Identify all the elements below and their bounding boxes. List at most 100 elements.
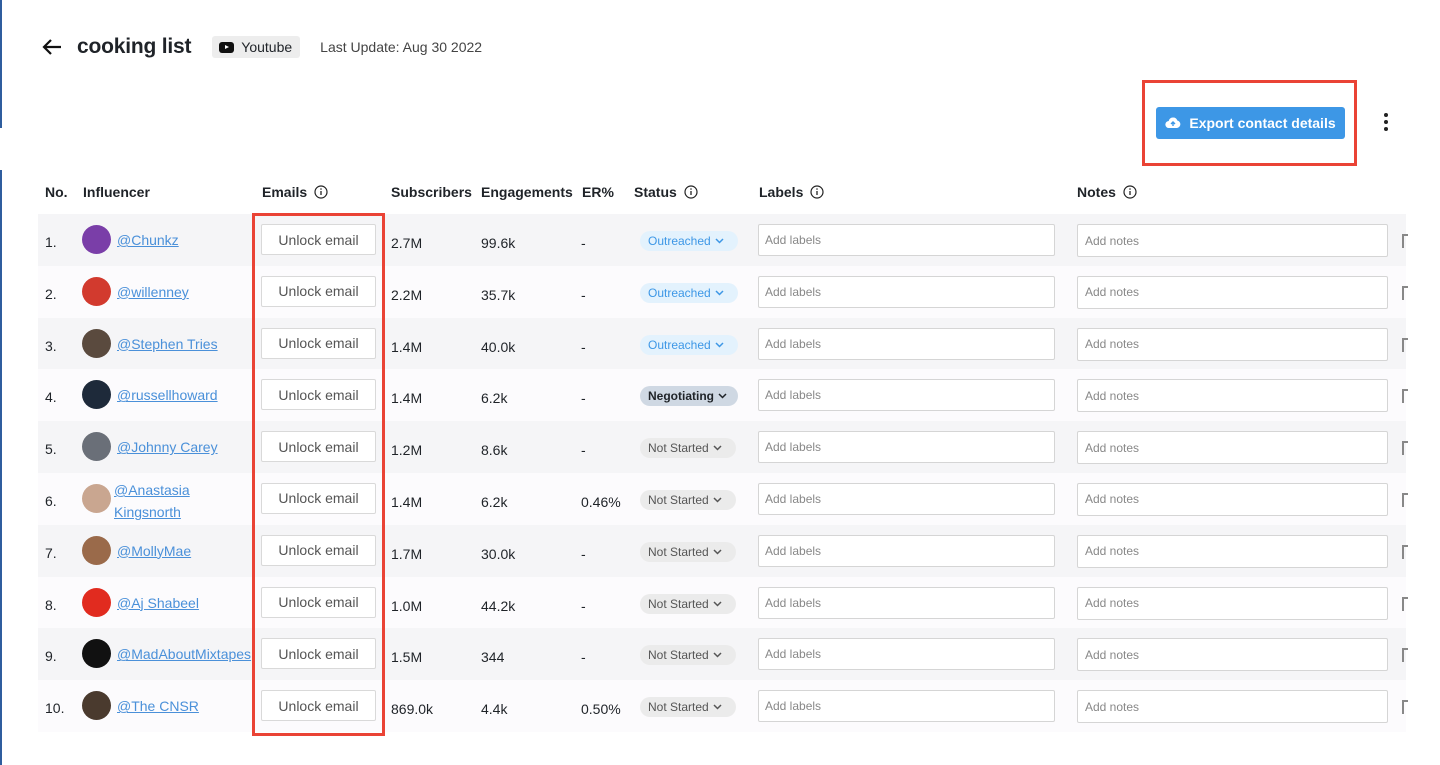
row-number: 4.	[45, 389, 57, 406]
back-arrow-icon[interactable]	[40, 35, 64, 59]
status-dropdown[interactable]: Not Started	[640, 697, 736, 718]
info-icon[interactable]	[810, 185, 824, 199]
status-dropdown[interactable]: Not Started	[640, 645, 736, 666]
unlock-email-button[interactable]: Unlock email	[261, 534, 376, 566]
chevron-down-icon	[713, 704, 722, 710]
influencer-link[interactable]: @Chunkz	[117, 229, 179, 251]
column-header-status: Status	[634, 184, 698, 200]
trash-icon[interactable]	[1402, 648, 1408, 663]
notes-input[interactable]	[1077, 482, 1388, 516]
labels-input[interactable]	[758, 586, 1055, 619]
info-icon[interactable]	[314, 185, 328, 199]
trash-icon[interactable]	[1402, 234, 1408, 248]
unlock-email-button[interactable]: Unlock email	[261, 638, 376, 670]
row-number: 5.	[45, 441, 57, 458]
influencer-link[interactable]: @russellhoward	[117, 384, 218, 406]
influencer-link[interactable]: @Aj Shabeel	[117, 592, 199, 614]
trash-icon[interactable]	[1402, 337, 1408, 352]
info-icon[interactable]	[1123, 185, 1137, 199]
row-number: 10.	[45, 700, 65, 717]
notes-input[interactable]	[1077, 275, 1388, 309]
column-header-engagements: Engagements	[481, 184, 573, 200]
avatar[interactable]	[82, 432, 111, 462]
unlock-email-button[interactable]: Unlock email	[261, 431, 376, 463]
trash-icon[interactable]	[1402, 544, 1408, 559]
trash-icon[interactable]	[1402, 285, 1408, 300]
labels-input[interactable]	[758, 690, 1055, 723]
avatar[interactable]	[82, 380, 111, 410]
influencer-link[interactable]: @The CNSR	[117, 695, 199, 717]
unlock-email-button[interactable]: Unlock email	[261, 690, 376, 722]
unlock-email-button[interactable]: Unlock email	[261, 224, 376, 255]
notes-input[interactable]	[1077, 431, 1388, 465]
row-number: 3.	[45, 337, 57, 354]
avatar[interactable]	[82, 483, 111, 513]
engagements-value: 6.2k	[481, 493, 508, 510]
trash-icon[interactable]	[1402, 700, 1408, 715]
status-dropdown[interactable]: Negotiating	[640, 386, 738, 407]
cloud-upload-icon	[1165, 117, 1181, 129]
trash-icon[interactable]	[1402, 441, 1408, 456]
influencer-link[interactable]: @Anastasia Kingsnorth	[114, 479, 224, 523]
avatar[interactable]	[82, 328, 111, 358]
er-value: -	[581, 597, 586, 614]
column-header-er: ER%	[582, 184, 614, 200]
labels-input[interactable]	[758, 482, 1055, 515]
trash-icon[interactable]	[1402, 596, 1408, 611]
avatar[interactable]	[82, 639, 111, 669]
labels-input[interactable]	[758, 638, 1055, 671]
trash-icon[interactable]	[1402, 492, 1408, 507]
avatar[interactable]	[82, 276, 111, 306]
influencer-link[interactable]: @Stephen Tries	[117, 333, 218, 355]
influencer-link[interactable]: @willenney	[117, 281, 189, 303]
er-value: -	[581, 338, 586, 355]
status-dropdown[interactable]: Not Started	[640, 593, 736, 614]
unlock-email-button[interactable]: Unlock email	[261, 379, 376, 411]
avatar[interactable]	[82, 691, 111, 721]
status-dropdown[interactable]: Not Started	[640, 489, 736, 510]
unlock-email-button[interactable]: Unlock email	[261, 586, 376, 618]
labels-input[interactable]	[758, 327, 1055, 360]
status-dropdown[interactable]: Outreached	[640, 231, 738, 251]
labels-input[interactable]	[758, 379, 1055, 412]
unlock-email-button[interactable]: Unlock email	[261, 327, 376, 359]
avatar[interactable]	[82, 535, 111, 565]
notes-input[interactable]	[1077, 638, 1388, 672]
trash-icon[interactable]	[1402, 389, 1408, 404]
table-row: 6. @Anastasia Kingsnorth Unlock email 1.…	[38, 472, 1408, 525]
avatar[interactable]	[82, 587, 111, 617]
er-value: 0.46%	[581, 493, 621, 510]
labels-input[interactable]	[758, 431, 1055, 464]
subscribers-value: 1.0M	[391, 597, 423, 614]
notes-input[interactable]	[1077, 534, 1388, 568]
labels-input[interactable]	[758, 275, 1055, 308]
table-row: 7. @MollyMae Unlock email 1.7M 30.0k - N…	[38, 524, 1408, 577]
export-contact-details-button[interactable]: Export contact details	[1156, 107, 1345, 139]
subscribers-value: 1.7M	[391, 545, 423, 562]
labels-input[interactable]	[758, 534, 1055, 567]
influencer-link[interactable]: @MadAboutMixtapes	[117, 643, 251, 665]
labels-input[interactable]	[758, 224, 1055, 256]
status-label: Not Started	[648, 596, 709, 611]
er-value: -	[581, 545, 586, 562]
influencer-link[interactable]: @Johnny Carey	[117, 436, 218, 458]
notes-input[interactable]	[1077, 586, 1388, 620]
status-dropdown[interactable]: Not Started	[640, 438, 736, 459]
status-dropdown[interactable]: Outreached	[640, 334, 738, 355]
notes-input[interactable]	[1077, 379, 1388, 413]
notes-input[interactable]	[1077, 224, 1388, 257]
status-dropdown[interactable]: Not Started	[640, 541, 736, 562]
page-header: cooking list Youtube Last Update: Aug 30…	[40, 30, 482, 64]
status-dropdown[interactable]: Outreached	[640, 282, 738, 303]
notes-input[interactable]	[1077, 327, 1388, 361]
influencer-link[interactable]: @MollyMae	[117, 540, 191, 562]
er-value: -	[581, 390, 586, 407]
avatar[interactable]	[82, 225, 111, 254]
unlock-email-button[interactable]: Unlock email	[261, 275, 376, 307]
notes-input[interactable]	[1077, 690, 1388, 724]
more-options-icon[interactable]	[1374, 110, 1398, 134]
unlock-email-button[interactable]: Unlock email	[261, 482, 376, 514]
status-label: Outreached	[648, 234, 711, 248]
table-row: 8. @Aj Shabeel Unlock email 1.0M 44.2k -…	[38, 576, 1408, 629]
info-icon[interactable]	[684, 185, 698, 199]
